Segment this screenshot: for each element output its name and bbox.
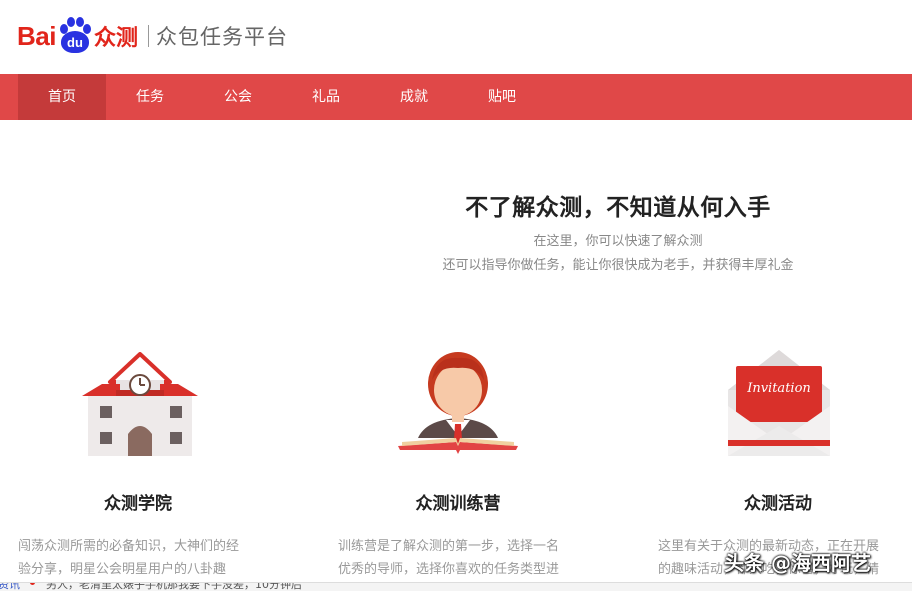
page: Bai du 众测 众包任务平台 首页 任务 公会 礼品 成就 贴吧 不了解众测… <box>0 0 912 591</box>
academy-building-icon[interactable] <box>80 352 200 458</box>
feature-desc-academy-line1: 闯荡众测所需的必备知识，大神们的经 <box>18 539 240 554</box>
nav-item-guild[interactable]: 公会 <box>194 74 282 120</box>
feature-desc-academy-line2: 验分享，明星公会明星用户的八卦趣 <box>18 562 227 577</box>
feature-title-training-camp[interactable]: 众测训练营 <box>338 489 578 514</box>
nav-item-home[interactable]: 首页 <box>18 74 106 120</box>
feature-desc-training-camp-line2: 优秀的导师，选择你喜欢的任务类型进 <box>338 562 560 577</box>
invitation-envelope-icon[interactable]: Invitation <box>724 346 834 458</box>
site-header: Bai du 众测 众包任务平台 <box>0 0 912 74</box>
news-text[interactable]: 另人，老清里太婊子手机那我要下手没差，10分钟后 <box>46 583 302 591</box>
nav-item-gifts[interactable]: 礼品 <box>282 74 370 120</box>
news-link[interactable]: 资讯 <box>0 583 20 591</box>
news-dot-icon <box>30 583 35 585</box>
feature-title-activities[interactable]: 众测活动 <box>658 489 898 514</box>
mentor-icon[interactable] <box>396 350 520 458</box>
baidu-zhongce-logo[interactable]: Bai du 众测 众包任务平台 <box>17 11 288 61</box>
feature-desc-training-camp: 训练营是了解众测的第一步，选择一名 优秀的导师，选择你喜欢的任务类型进 <box>338 535 588 581</box>
bottom-news-bar: 资讯 另人，老清里太婊子手机那我要下手没差，10分钟后 <box>0 582 912 591</box>
logo-du-text: du <box>60 31 89 53</box>
logo-zhongce-text: 众测 <box>93 26 138 51</box>
baidu-paw-icon: du <box>58 16 92 56</box>
intro-subtitle-line2: 还可以指导你做任务，能让你很快成为老手，并获得丰厚礼金 <box>442 258 794 273</box>
logo-bai-text: Bai <box>17 20 56 51</box>
envelope-invitation-text: Invitation <box>746 381 811 396</box>
nav-item-tasks[interactable]: 任务 <box>106 74 194 120</box>
platform-subtitle: 众包任务平台 <box>155 25 288 49</box>
feature-desc-training-camp-line1: 训练营是了解众测的第一步，选择一名 <box>338 539 560 554</box>
intro-title: 不了解众测，不知道从何入手 <box>465 195 771 221</box>
feature-title-academy[interactable]: 众测学院 <box>18 489 258 514</box>
nav-item-achievements[interactable]: 成就 <box>370 74 458 120</box>
watermark: 头条 @海西阿艺 <box>724 551 871 575</box>
intro-subtitle-line1: 在这里，你可以快速了解众测 <box>533 234 703 249</box>
logo-divider <box>147 25 149 47</box>
nav-item-tieba[interactable]: 贴吧 <box>458 74 546 120</box>
main-nav: 首页 任务 公会 礼品 成就 贴吧 <box>0 74 912 120</box>
feature-desc-academy: 闯荡众测所需的必备知识，大神们的经 验分享，明星公会明星用户的八卦趣 <box>18 535 268 581</box>
